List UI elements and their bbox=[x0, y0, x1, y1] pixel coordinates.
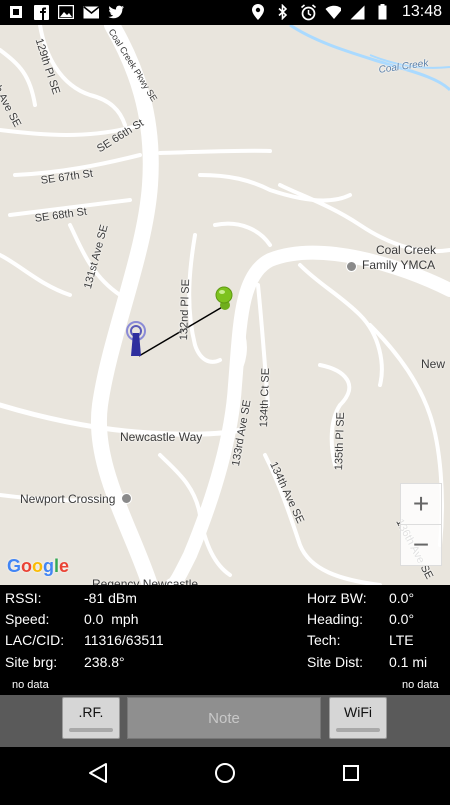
laccid-label: LAC/CID: bbox=[5, 632, 65, 648]
twitter-icon bbox=[108, 4, 124, 20]
alarm-icon bbox=[300, 3, 316, 20]
cell-tower-marker[interactable] bbox=[126, 321, 146, 356]
status-time: 13:48 bbox=[401, 3, 442, 20]
wifi-icon bbox=[325, 4, 341, 20]
nodata-left: no data bbox=[12, 679, 49, 691]
location-icon bbox=[250, 4, 266, 20]
poi-regency-newcastle: Regency Newcastle bbox=[92, 577, 199, 585]
navigation-bar bbox=[0, 747, 450, 800]
sitedist-value: 0.1 mi bbox=[389, 654, 428, 670]
button-bar: .RF. Note WiFi bbox=[0, 695, 450, 747]
notification-icon bbox=[8, 4, 24, 20]
facebook-icon bbox=[33, 4, 49, 20]
poi-ymca-line2: Family YMCA bbox=[362, 258, 436, 272]
street-label-135th-pl-se: 135th Pl SE bbox=[333, 411, 348, 471]
poi-newport-crossing: Newport Crossing bbox=[20, 492, 116, 506]
gmail-icon bbox=[83, 4, 99, 20]
google-logo: Google bbox=[7, 556, 70, 576]
speed-label: Speed: bbox=[5, 611, 50, 627]
tech-value: LTE bbox=[389, 632, 414, 648]
note-button[interactable]: Note bbox=[127, 697, 321, 739]
tech-label: Tech: bbox=[307, 632, 341, 648]
status-bar: 13:48 bbox=[0, 0, 450, 25]
poi-new-partial: New bbox=[421, 357, 446, 371]
cell-signal-icon bbox=[350, 4, 366, 20]
gallery-icon bbox=[58, 4, 74, 20]
horzbw-value: 0.0° bbox=[389, 590, 415, 606]
recents-icon[interactable] bbox=[343, 765, 359, 781]
back-icon[interactable] bbox=[89, 763, 107, 783]
sitedist-label: Site Dist: bbox=[307, 654, 364, 670]
laccid-value: 11316/63511 bbox=[84, 632, 164, 648]
street-label-newcastle-way: Newcastle Way bbox=[120, 430, 203, 444]
rf-button-label: .RF. bbox=[78, 704, 104, 720]
speed-value: 0.0 mph bbox=[84, 611, 139, 627]
battery-icon bbox=[375, 4, 391, 20]
heading-label: Heading: bbox=[307, 611, 364, 627]
rf-toggle-indicator bbox=[69, 728, 113, 732]
wifi-button[interactable]: WiFi bbox=[329, 697, 387, 739]
sitebrg-value: 238.8° bbox=[84, 654, 125, 670]
zoom-out-button[interactable]: − bbox=[400, 524, 442, 566]
rssi-value: -81 dBm bbox=[84, 590, 137, 606]
info-panel: RSSI: -81 dBm Speed: 0.0 mph LAC/CID: 11… bbox=[0, 585, 450, 695]
device-location-marker[interactable] bbox=[215, 286, 233, 310]
poi-ymca-line1: Coal Creek bbox=[376, 243, 437, 257]
home-icon[interactable] bbox=[215, 763, 235, 783]
street-label-132nd-pl-se: 132nd Pl SE bbox=[178, 278, 193, 341]
zoom-in-button[interactable]: + bbox=[400, 483, 442, 525]
nodata-right: no data bbox=[402, 679, 439, 691]
rssi-label: RSSI: bbox=[5, 590, 42, 606]
map-view[interactable]: 129th Ave SE 129th Pl SE Coal Creek Pkwy… bbox=[0, 25, 450, 585]
poi-newport-crossing-icon[interactable] bbox=[121, 493, 132, 504]
sitebrg-label: Site brg: bbox=[5, 654, 58, 670]
horzbw-label: Horz BW: bbox=[307, 590, 367, 606]
wifi-toggle-indicator bbox=[336, 728, 380, 732]
wifi-button-label: WiFi bbox=[344, 704, 372, 720]
street-label-134th-ct-se: 134th Ct SE bbox=[258, 367, 273, 428]
rf-button[interactable]: .RF. bbox=[62, 697, 120, 739]
bluetooth-icon bbox=[275, 4, 291, 20]
poi-ymca-icon[interactable] bbox=[346, 261, 357, 272]
heading-value: 0.0° bbox=[389, 611, 415, 627]
